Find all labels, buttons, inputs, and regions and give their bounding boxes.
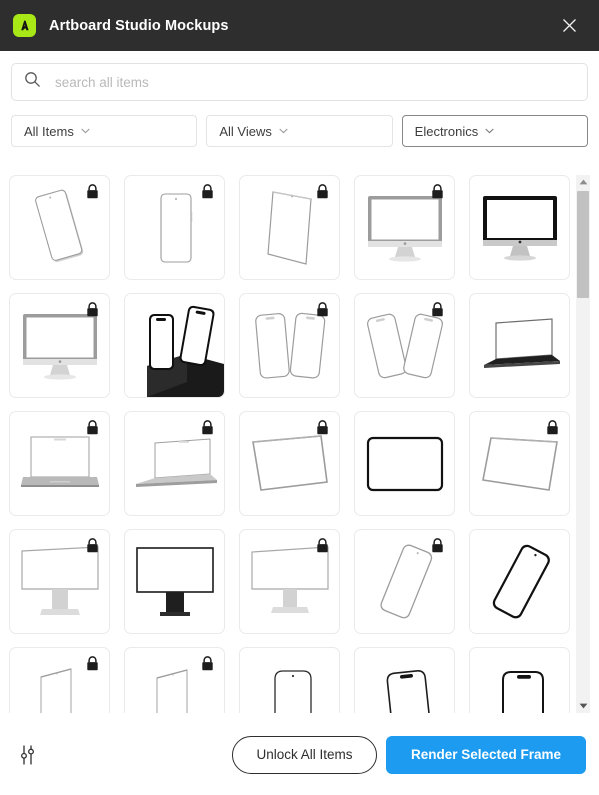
chevron-down-icon — [485, 128, 494, 134]
mockup-thumbnail — [470, 648, 569, 713]
mockup-cell[interactable] — [9, 293, 110, 398]
lock-icon[interactable] — [316, 184, 329, 199]
grid-scrollbar[interactable] — [576, 175, 590, 713]
lock-icon[interactable] — [86, 184, 99, 199]
close-icon[interactable] — [555, 12, 583, 40]
scroll-up-arrow-icon[interactable] — [576, 175, 590, 189]
mockup-thumbnail — [355, 412, 454, 515]
filter-row: All Items All Views Electronics — [0, 101, 599, 147]
lock-icon[interactable] — [431, 302, 444, 317]
titlebar: Artboard Studio Mockups — [0, 0, 599, 51]
scrollbar-track[interactable] — [576, 189, 590, 699]
sliders-settings-icon[interactable] — [18, 744, 38, 766]
mockup-cell[interactable] — [9, 175, 110, 280]
mockup-cell[interactable] — [469, 647, 570, 713]
mockup-thumbnail — [470, 530, 569, 633]
mockup-cell[interactable] — [354, 529, 455, 634]
search-icon — [24, 71, 41, 93]
mockup-thumbnail — [125, 294, 224, 397]
filter-category[interactable]: Electronics — [401, 115, 588, 147]
mockup-thumbnail — [125, 530, 224, 633]
search-input[interactable] — [53, 73, 575, 91]
mockup-cell[interactable] — [239, 647, 340, 713]
footer-actions: Unlock All Items Render Selected Frame — [232, 735, 586, 774]
chevron-down-icon — [81, 128, 90, 134]
lock-icon[interactable] — [86, 656, 99, 671]
lock-icon[interactable] — [201, 656, 214, 671]
mockup-cell[interactable] — [239, 293, 340, 398]
mockup-cell[interactable] — [354, 647, 455, 713]
mockup-cell[interactable] — [9, 411, 110, 516]
window-title: Artboard Studio Mockups — [49, 17, 229, 34]
mockup-thumbnail — [470, 176, 569, 279]
mockup-cell[interactable] — [124, 175, 225, 280]
mockup-cell[interactable] — [124, 647, 225, 713]
mockup-cell[interactable] — [469, 411, 570, 516]
lock-icon[interactable] — [431, 184, 444, 199]
mockup-cell[interactable] — [354, 293, 455, 398]
mockup-cell[interactable] — [239, 411, 340, 516]
mockup-cell[interactable] — [124, 293, 225, 398]
mockup-thumbnail — [240, 648, 339, 713]
mockup-thumbnail — [470, 294, 569, 397]
mockup-cell[interactable] — [9, 647, 110, 713]
mockup-cell[interactable] — [469, 529, 570, 634]
unlock-all-items-button[interactable]: Unlock All Items — [232, 735, 377, 774]
footer-bar: Unlock All Items Render Selected Frame — [0, 714, 599, 795]
filter-all-views[interactable]: All Views — [206, 115, 393, 147]
filter-all-views-label: All Views — [219, 123, 272, 139]
mockup-cell[interactable] — [239, 529, 340, 634]
mockup-cell[interactable] — [469, 293, 570, 398]
lock-icon[interactable] — [86, 302, 99, 317]
mockup-grid — [9, 175, 570, 713]
lock-icon[interactable] — [316, 302, 329, 317]
lock-icon[interactable] — [201, 184, 214, 199]
lock-icon[interactable] — [316, 420, 329, 435]
mockup-cell[interactable] — [9, 529, 110, 634]
mockup-cell[interactable] — [239, 175, 340, 280]
mockup-thumbnail — [355, 648, 454, 713]
filter-all-items[interactable]: All Items — [11, 115, 198, 147]
chevron-down-icon — [279, 128, 288, 134]
filter-category-label: Electronics — [414, 123, 479, 139]
mockup-cell[interactable] — [354, 175, 455, 280]
filter-all-items-label: All Items — [24, 123, 74, 139]
mockup-cell[interactable] — [469, 175, 570, 280]
scrollbar-thumb[interactable] — [577, 191, 589, 298]
lock-icon[interactable] — [201, 420, 214, 435]
mockup-grid-region — [9, 175, 590, 713]
mockup-cell[interactable] — [354, 411, 455, 516]
lock-icon[interactable] — [86, 538, 99, 553]
lock-icon[interactable] — [546, 420, 559, 435]
search-row — [0, 51, 599, 101]
lock-icon[interactable] — [431, 538, 444, 553]
render-selected-frame-button[interactable]: Render Selected Frame — [386, 735, 586, 774]
scroll-down-arrow-icon[interactable] — [576, 699, 590, 713]
search-box[interactable] — [11, 63, 588, 101]
lock-icon[interactable] — [316, 538, 329, 553]
mockup-cell[interactable] — [124, 411, 225, 516]
mockup-cell[interactable] — [124, 529, 225, 634]
lock-icon[interactable] — [86, 420, 99, 435]
artboard-studio-logo-icon — [13, 14, 36, 37]
